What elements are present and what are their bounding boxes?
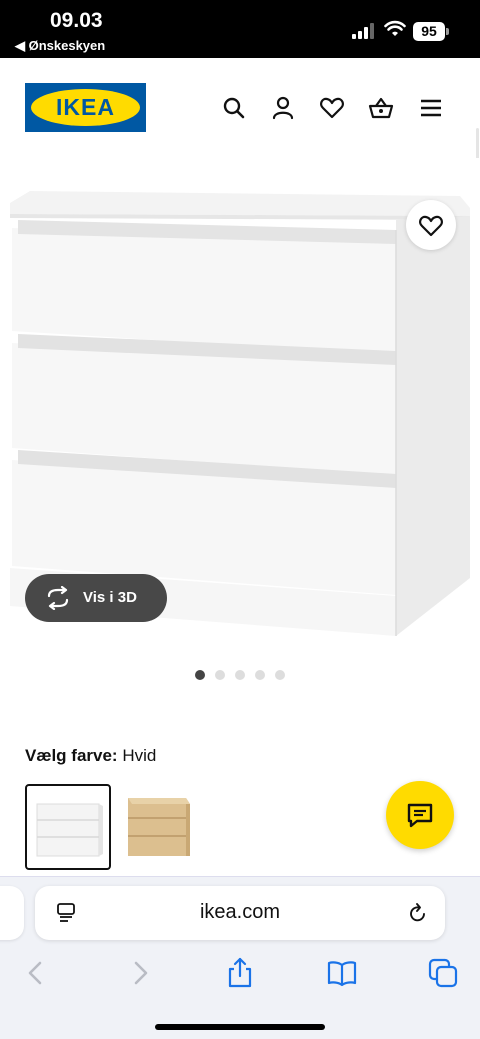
bookmarks-icon[interactable] xyxy=(326,957,358,989)
gallery-dot[interactable] xyxy=(195,670,205,680)
view-in-3d-label: Vis i 3D xyxy=(83,589,137,606)
signal-icon xyxy=(352,23,374,39)
address-bar[interactable]: ikea.com xyxy=(35,886,445,940)
chat-button[interactable] xyxy=(386,781,454,849)
battery-indicator: 95 xyxy=(413,22,445,41)
logo-text: IKEA xyxy=(56,94,115,120)
forward-icon[interactable] xyxy=(124,957,156,989)
white-dresser-thumbnail xyxy=(36,803,103,857)
safari-toolbar: ikea.com xyxy=(0,876,480,1039)
menu-icon[interactable] xyxy=(417,94,445,122)
battery-tip xyxy=(446,28,449,35)
wifi-icon xyxy=(384,20,406,36)
search-icon[interactable] xyxy=(220,94,248,122)
status-bar: 09.03 ◀ Ønskeskyen 95 xyxy=(0,0,480,58)
tabs-icon[interactable] xyxy=(427,957,459,989)
reload-icon[interactable] xyxy=(407,902,429,924)
basket-icon[interactable] xyxy=(367,94,395,122)
heart-icon[interactable] xyxy=(318,94,346,122)
page: 09.03 ◀ Ønskeskyen 95 IKEA Vis i 3D Vælg… xyxy=(0,0,480,1039)
share-icon[interactable] xyxy=(224,957,256,989)
color-option-white[interactable] xyxy=(25,784,111,870)
status-time: 09.03 xyxy=(50,9,103,32)
back-icon[interactable] xyxy=(20,957,52,989)
home-indicator xyxy=(155,1024,325,1030)
previous-tab-preview[interactable] xyxy=(0,886,24,940)
color-option-oak[interactable] xyxy=(120,784,206,870)
gallery-dot[interactable] xyxy=(275,670,285,680)
ikea-logo[interactable]: IKEA xyxy=(25,83,146,132)
gallery-dot[interactable] xyxy=(255,670,265,680)
back-to-app-link[interactable]: ◀ Ønskeskyen xyxy=(15,38,105,54)
add-to-favourites-button[interactable] xyxy=(406,200,456,250)
heart-icon xyxy=(419,215,443,237)
color-selection-label: Vælg farve: Hvid xyxy=(25,746,156,766)
color-value: Hvid xyxy=(122,746,157,765)
account-icon[interactable] xyxy=(269,94,297,122)
chat-icon xyxy=(407,803,433,828)
view-in-3d-button[interactable]: Vis i 3D xyxy=(25,574,167,622)
color-label: Vælg farve: xyxy=(25,746,118,765)
url-text: ikea.com xyxy=(199,901,281,923)
gallery-dot[interactable] xyxy=(235,670,245,680)
site-header: IKEA xyxy=(0,58,480,216)
rotate-3d-icon xyxy=(47,586,69,610)
oak-dresser-thumbnail xyxy=(128,798,190,856)
gallery-dot[interactable] xyxy=(215,670,225,680)
